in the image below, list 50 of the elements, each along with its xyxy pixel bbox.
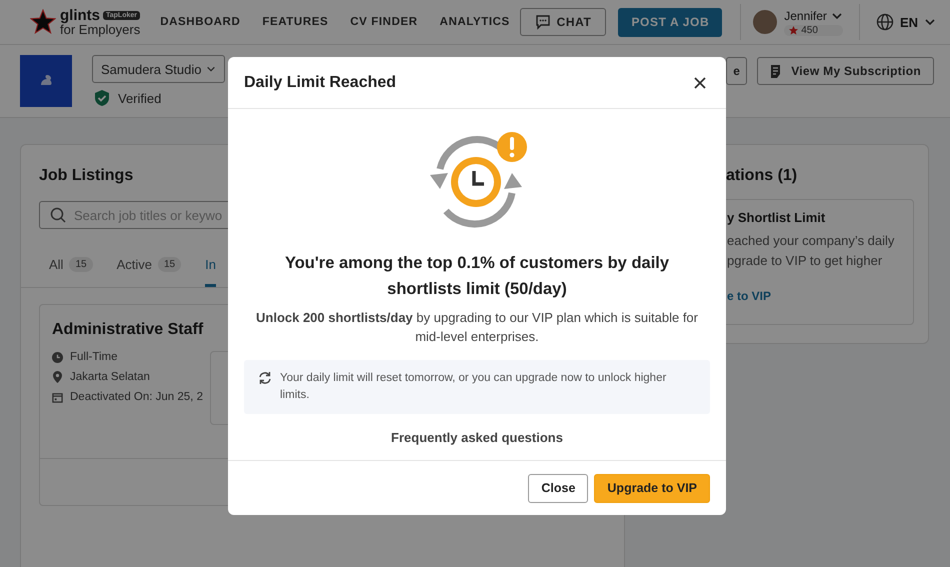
clock-icon — [52, 352, 63, 362]
job-type: Full-Time — [70, 351, 118, 363]
points-badge: 450 — [784, 24, 843, 36]
dialog-heading: You're among the top 0.1% of customers by daily shortlists limit (50/day) — [284, 253, 670, 300]
dialog-title: Daily Limit Reached — [244, 74, 396, 92]
upgrade-link[interactable]: e to VIP — [727, 289, 903, 303]
close-button[interactable]: Close — [528, 474, 588, 502]
notification-text: pgrade to VIP to get higher — [727, 252, 884, 270]
company-dropdown[interactable]: Samudera Studio — [92, 55, 226, 83]
caret-icon — [206, 64, 216, 74]
search-icon — [50, 207, 66, 223]
notice-text: Your daily limit will reset tomorrow, or you can upgrade now to unlock higher limits. — [280, 371, 668, 403]
post-job-button[interactable]: POST A JOB — [618, 8, 722, 36]
chat-icon — [534, 14, 551, 30]
calendar-icon — [52, 392, 63, 402]
notification-text: eached your company’s daily — [727, 232, 896, 250]
user-name[interactable]: Jennifer — [784, 8, 827, 22]
language-label[interactable]: EN — [900, 14, 918, 30]
faq-link[interactable]: Frequently asked questions — [391, 430, 563, 445]
verified-label: Verified — [118, 90, 162, 106]
notification-title: y Shortlist Limit — [727, 210, 826, 225]
filter-tab[interactable]: In — [205, 247, 216, 287]
avatar[interactable] — [753, 10, 778, 34]
close-icon[interactable] — [694, 76, 706, 88]
partial-button[interactable]: e — [726, 57, 748, 85]
star-icon — [789, 26, 798, 34]
location-pin-icon — [52, 371, 63, 383]
deactivated-date: Deactivated On: Jun 25, 2 — [70, 391, 203, 403]
nav-link[interactable]: CV FINDER — [350, 16, 418, 28]
refresh-icon — [258, 371, 272, 385]
nav-link[interactable]: FEATURES — [262, 16, 328, 28]
globe-icon — [876, 13, 894, 31]
upgrade-button[interactable]: Upgrade to VIP — [594, 474, 710, 502]
count-badge: 15 — [158, 257, 182, 272]
brand-name: glints — [60, 8, 100, 23]
job-title: Administrative Staff — [52, 321, 204, 339]
notifications-title: ations (1) — [726, 167, 798, 185]
chat-button[interactable]: CHAT — [520, 8, 606, 36]
nav-link[interactable]: ANALYTICS — [440, 16, 510, 28]
count-badge: 15 — [69, 257, 93, 272]
filter-tab[interactable]: Active 15 — [116, 247, 182, 287]
nav-link[interactable]: DASHBOARD — [160, 16, 240, 28]
job-location: Jakarta Selatan — [70, 371, 150, 383]
view-subscription-button[interactable]: View My Subscription — [757, 57, 934, 85]
dialog-description: Unlock 200 shortlists/day by upgrading to our VIP plan which is suitable for mid-level enterprises. — [255, 309, 699, 346]
job-listings-title: Job Listings — [39, 167, 134, 185]
filter-tab[interactable]: All 15 — [49, 247, 93, 287]
brand-subtitle: for Employers — [60, 23, 140, 36]
shield-check-icon — [94, 89, 110, 107]
star-logo-icon — [30, 9, 56, 35]
